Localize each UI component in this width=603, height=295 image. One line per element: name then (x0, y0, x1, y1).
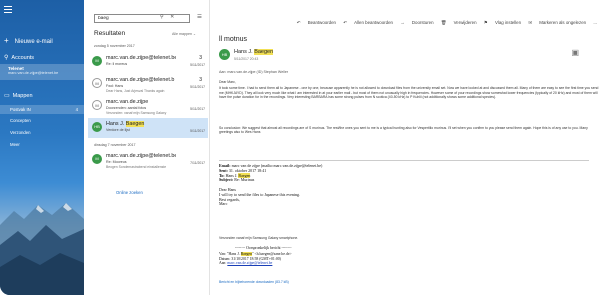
person-icon: ⚲ (4, 55, 9, 61)
sidebar-item-sent[interactable]: Verzonden (10, 130, 84, 135)
sidebar-item-more[interactable]: Meer (10, 142, 84, 147)
item-date: 5/11/2017 (190, 129, 205, 133)
sidebar-item-label: Meer (10, 142, 20, 147)
item-date: 5/11/2017 (190, 107, 205, 111)
greeting: Dear Marc, (219, 80, 236, 84)
item-preview: Dear Hans, Just Arjesval Thanks again (106, 88, 165, 93)
quoted-header: Email: marc van de zijpe (mailto:marc.va… (219, 163, 323, 183)
search-controls: ⚲ ✕ (160, 14, 174, 20)
accounts-header[interactable]: ⚲ Accounts (4, 54, 84, 61)
item-count: 3 (199, 77, 202, 83)
sender-name[interactable]: Hans J. Baegen (234, 49, 274, 55)
mail-window: + Nieuwe e-mail ⚲ Accounts Telenet marc.va… (0, 0, 603, 295)
message-subject: ll motnus (219, 36, 248, 43)
item-subject: Re: Mooreus (106, 160, 127, 164)
results-title: Resultaten (94, 30, 126, 37)
avatar: HB (92, 122, 102, 132)
reading-pane: ↶ Beantwoorden ↶ Allen beantwoorden → Do… (211, 0, 603, 295)
sidebar-item-inbox[interactable]: Postvak IN 4 (0, 105, 84, 114)
original-message-header: -------- Oorspronkelijk bericht -------- (235, 246, 292, 250)
sidebar: + Nieuwe e-mail ⚲ Accounts Telenet marc.va… (0, 0, 84, 295)
mountain-background (0, 203, 84, 295)
message-toolbar: ↶ Beantwoorden ↶ Allen beantwoorden → Do… (291, 20, 597, 26)
flag-button[interactable]: ⚑ Vlag instellen (484, 20, 521, 25)
item-from: marc.van.de.zijpe@telenet.b (106, 77, 175, 83)
account-item-telenet[interactable]: Telenet marc.van.de.zijpe@telenet.be (0, 64, 84, 80)
item-count: 3 (199, 55, 202, 61)
sidebar-item-label: Postvak IN (10, 107, 31, 112)
message-body-paragraph-2: So conclusion: We suggest that almost al… (219, 126, 588, 135)
item-date: 5/11/2017 (190, 85, 205, 89)
reply-all-button[interactable]: ↶ Allen beantwoorden (343, 20, 393, 25)
calendar-icon[interactable]: ▣ (571, 48, 579, 57)
sidebar-item-label: Verzonden (10, 130, 31, 135)
item-from: marc.van.de.zijpe@telenet.be (106, 55, 176, 61)
sidebar-item-drafts[interactable]: Concepten (10, 118, 84, 123)
item-from: Hans J. Baegen (106, 121, 145, 127)
list-item[interactable]: M marc.van.de.zijpe Doorzenden: aantal f… (88, 96, 208, 116)
forwarded-note: Verzonden vanaf mijn Samsung Galaxy smar… (219, 236, 299, 240)
search-highlight: Baegen (240, 252, 252, 256)
original-message-meta: Van: "Hans J. Baegen" <h.baegen@sane.be.… (219, 252, 292, 266)
account-email: marc.van.de.zijpe@telenet.be (8, 71, 59, 75)
plus-icon: + (4, 36, 9, 45)
reply-button[interactable]: ↶ Beantwoorden (297, 20, 336, 25)
folders-header[interactable]: ▭ Mappen (4, 92, 84, 99)
quote-divider (219, 160, 589, 161)
paragraph-1: It took some time. I had to send them al… (219, 86, 599, 100)
list-item[interactable]: M marc.van.de.zijpe@telenet.be Re: Moore… (88, 150, 208, 170)
search-highlight: Baegen (254, 49, 274, 55)
forward-button[interactable]: → Doorsturen (400, 20, 433, 25)
search-icon[interactable]: ⚲ (160, 14, 164, 20)
delete-button[interactable]: 🗑 Verwijderen (441, 20, 477, 25)
avatar: M (92, 56, 102, 66)
date-group-header: zondag 5 november 2017 (94, 44, 135, 48)
item-from: marc.van.de.zijpe@telenet.be (106, 153, 176, 159)
new-mail-label: Nieuwe e-mail (14, 39, 53, 45)
item-preview: Verzonden: vanaf mijn Samsung Galaxy (106, 110, 167, 115)
hamburger-menu-icon[interactable] (4, 4, 16, 14)
mark-unread-button[interactable]: ✉ Markeren als ongelezen (528, 20, 586, 25)
select-checkbox[interactable]: M (92, 100, 102, 110)
recipients-line: Aan: marc.van.de.zijpe (ID) Stephan Well… (219, 70, 289, 74)
item-from: marc.van.de.zijpe (106, 99, 149, 105)
message-list: ⚲ ✕ ☰ Resultaten Alle mappen ⌄ zondag 5 … (84, 0, 210, 295)
recipient-email-link[interactable]: marc.van.de.zijpe@telenet.be (227, 261, 272, 265)
item-subject: Fwd: Hans (106, 84, 124, 88)
accounts-label: Accounts (11, 55, 35, 61)
search-online-link[interactable]: Online zoeken (116, 190, 143, 195)
new-mail-button[interactable]: + Nieuwe e-mail (4, 36, 84, 45)
avatar: M (92, 154, 102, 164)
item-subject: Verdore de lijst (106, 128, 130, 132)
list-item[interactable]: M marc.van.de.zijpe@telenet.b Fwd: Hans … (88, 74, 208, 94)
item-subject: Re: ll moreus (106, 62, 128, 66)
sender-date: 5/11/2017 20:43 (234, 57, 259, 61)
sidebar-item-label: Concepten (10, 118, 31, 123)
item-preview: Beogen Sondemastrabend einstallenste (106, 164, 167, 169)
list-item[interactable]: M marc.van.de.zijpe@telenet.be Re: ll mo… (88, 52, 208, 72)
select-checkbox[interactable]: M (92, 78, 102, 88)
item-subject: Doorzenden: aantal fotos (106, 106, 147, 110)
item-date: 7/11/2017 (190, 161, 205, 165)
more-actions-button[interactable]: ... (593, 20, 597, 25)
date-group-header: dinsdag 7 november 2017 (94, 143, 136, 147)
folder-filter-dropdown[interactable]: Alle mappen ⌄ (172, 32, 196, 36)
download-message-link[interactable]: Bericht en bijbehorende downloaden (83.7… (219, 280, 289, 284)
inbox-count: 4 (75, 107, 78, 112)
search-highlight: Baegen (125, 121, 145, 127)
item-date: 5/11/2017 (190, 63, 205, 67)
message-body-paragraph: Dear Marc, It took some time. I had to s… (219, 80, 599, 100)
sender-avatar: HB (219, 49, 230, 60)
search-input[interactable] (94, 14, 190, 23)
folders-label: Mappen (12, 93, 33, 99)
filter-icon[interactable]: ☰ (197, 14, 202, 20)
quoted-body: Dear Hans I will try to send the files t… (219, 187, 300, 207)
clear-search-icon[interactable]: ✕ (170, 14, 174, 20)
folder-icon: ▭ (4, 93, 10, 99)
list-item-selected[interactable]: HB Hans J. Baegen Verdore de lijst 5/11/… (88, 118, 208, 138)
